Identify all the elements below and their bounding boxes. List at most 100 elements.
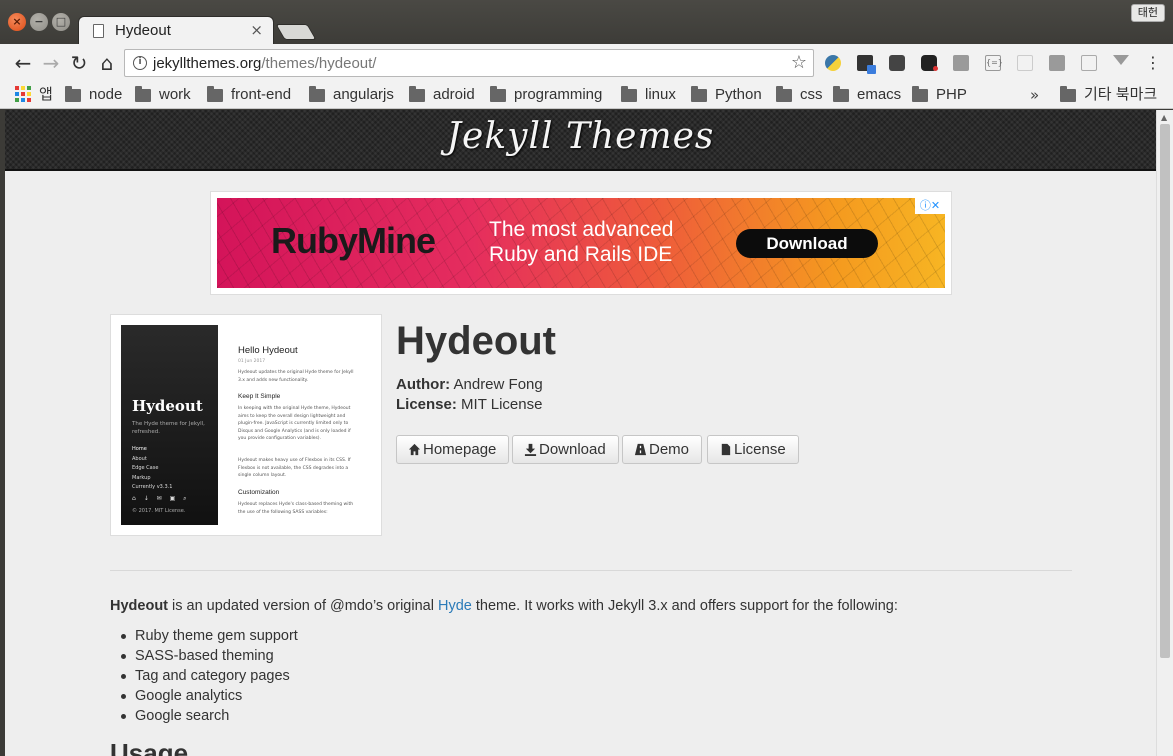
scroll-up-icon[interactable]: ▲: [1161, 113, 1167, 122]
bookmark-folder[interactable]: programming: [490, 85, 602, 105]
bookmark-star-icon[interactable]: ☆: [791, 52, 807, 73]
author-label: Author:: [396, 376, 451, 393]
info-extension-icon[interactable]: [1049, 55, 1065, 71]
folder-icon: [776, 86, 792, 102]
demo-button[interactable]: Demo: [622, 435, 703, 464]
bookmark-label: css: [800, 86, 823, 103]
theme-title: Hydeout: [396, 319, 556, 363]
homepage-label: Homepage: [423, 441, 497, 458]
screenshot-sidebar: Hydeout The Hyde theme for Jekyll, refre…: [121, 325, 218, 525]
bookmark-label: linux: [645, 86, 676, 103]
hyde-link[interactable]: Hyde: [438, 598, 472, 614]
folder-icon: [833, 86, 849, 102]
screenshot-side-title: Hydeout: [132, 397, 203, 415]
download-icon: [524, 443, 537, 456]
screenshot-paragraph: In keeping with the original Hyde theme,…: [238, 406, 351, 441]
bookmark-folder[interactable]: PHP: [912, 85, 967, 105]
ad-creative[interactable]: RubyMine The most advanced Ruby and Rail…: [217, 198, 945, 288]
reload-icon[interactable]: ↻: [68, 52, 90, 74]
browser-tab[interactable]: Hydeout ×: [78, 16, 274, 46]
font-extension-icon[interactable]: [1017, 55, 1033, 71]
screenshot-side-footer: © 2017. MIT License.: [132, 508, 186, 514]
screenshot-main: Hello Hydeout 01 Jun 2017 Hydeout update…: [238, 325, 368, 525]
bookmark-other-folder[interactable]: 기타 북마크: [1060, 85, 1157, 105]
ad-banner[interactable]: RubyMine The most advanced Ruby and Rail…: [210, 191, 952, 295]
theme-description: Hydeout is an updated version of @mdo’s …: [110, 598, 898, 614]
bookmark-folder[interactable]: node: [65, 85, 122, 105]
keep-extension-icon[interactable]: [889, 55, 905, 71]
site-title[interactable]: Jekyll Themes: [5, 116, 1156, 157]
list-item: Tag and category pages: [121, 666, 298, 686]
theme-screenshot[interactable]: Hydeout The Hyde theme for Jekyll, refre…: [110, 314, 382, 536]
window-maximize-icon[interactable]: □: [52, 13, 70, 31]
license-button[interactable]: License: [707, 435, 799, 464]
license-label: License:: [396, 396, 457, 413]
homepage-button[interactable]: Homepage: [396, 435, 510, 464]
screenshot-side-nav: Home About Edge Case Markup Currently v3…: [132, 445, 172, 493]
window-titlebar: × − □ Hydeout × 태헌: [0, 0, 1173, 46]
window-extension-icon[interactable]: [1081, 55, 1097, 71]
screenshot-side-subtitle: The Hyde theme for Jekyll, refreshed.: [132, 421, 205, 435]
demo-label: Demo: [649, 441, 690, 458]
license-value: MIT License: [461, 396, 543, 413]
page-document-icon: [93, 24, 104, 38]
window-minimize-icon[interactable]: −: [30, 13, 48, 31]
text-extension-icon[interactable]: [953, 55, 969, 71]
folder-icon: [135, 86, 151, 102]
download-button[interactable]: Download: [512, 435, 619, 464]
folder-icon: [309, 86, 325, 102]
divider: [110, 570, 1072, 571]
bookmark-folder[interactable]: work: [135, 85, 191, 105]
browser-toolbar: ← → ↻ ⌂ i jekyllthemes.org/themes/hydeou…: [0, 44, 1173, 81]
bookmark-label: work: [159, 86, 191, 103]
menu-icon[interactable]: ⋮: [1142, 52, 1164, 74]
bookmark-folder[interactable]: css: [776, 85, 823, 105]
home-icon[interactable]: ⌂: [96, 52, 118, 74]
address-bar[interactable]: i jekyllthemes.org/themes/hydeout/ ☆: [124, 49, 814, 77]
bookmark-folder[interactable]: angularjs: [309, 85, 394, 105]
tab-title: Hydeout: [115, 22, 171, 39]
bookmarks-overflow-icon[interactable]: »: [1030, 86, 1039, 104]
download-label: Download: [539, 441, 606, 458]
new-tab-button[interactable]: [275, 24, 317, 40]
window-close-icon[interactable]: ×: [8, 13, 26, 31]
evernote-extension-icon[interactable]: [921, 55, 938, 71]
translate-extension-icon[interactable]: [857, 55, 876, 74]
folder-icon: [490, 86, 506, 102]
vertical-scrollbar[interactable]: ▲: [1156, 110, 1173, 756]
address-url: jekyllthemes.org/themes/hydeout/: [153, 55, 376, 72]
tab-close-icon[interactable]: ×: [250, 21, 263, 39]
python-extension-icon[interactable]: [825, 55, 841, 71]
screenshot-nav-item: Home: [132, 446, 147, 452]
back-icon[interactable]: ←: [12, 52, 34, 74]
scrollbar-thumb[interactable]: [1160, 124, 1170, 658]
author-value: Andrew Fong: [453, 376, 543, 393]
bookmark-apps[interactable]: 앱: [15, 85, 53, 105]
bookmark-folder[interactable]: Python: [691, 85, 762, 105]
screenshot-post-title: Hello Hydeout: [238, 345, 298, 356]
folder-icon: [621, 86, 637, 102]
description-text-2: theme. It works with Jekyll 3.x and offe…: [471, 598, 898, 614]
ad-choices-icon[interactable]: ⓘ✕: [915, 198, 945, 214]
vue-extension-icon[interactable]: [1113, 55, 1129, 65]
screenshot-post-intro: Hydeout updates the original Hyde theme …: [238, 370, 354, 383]
ad-brand: RubyMine: [271, 220, 436, 261]
screenshot-social-icons: ⌂ ↓ ✉ ▣ ⌕: [132, 495, 190, 502]
screenshot-nav-item: About: [132, 455, 147, 462]
list-item: Google search: [121, 706, 298, 726]
json-extension-icon[interactable]: {=}: [985, 55, 1003, 71]
site-info-icon[interactable]: i: [133, 56, 147, 70]
ad-download-button[interactable]: Download: [736, 229, 878, 258]
screenshot-nav-item: Edge Case: [132, 465, 159, 471]
forward-icon[interactable]: →: [40, 52, 62, 74]
folder-icon: [691, 86, 707, 102]
list-item: Google analytics: [121, 686, 298, 706]
screenshot-post-date: 01 Jun 2017: [238, 359, 266, 364]
bookmark-folder[interactable]: linux: [621, 85, 676, 105]
bookmark-folder[interactable]: front-end: [207, 85, 291, 105]
bookmark-folder[interactable]: adroid: [409, 85, 475, 105]
screenshot-paragraph: Hydeout replaces Hyde's class-based them…: [238, 502, 354, 515]
page-viewport: Jekyll Themes RubyMine The most advanced…: [5, 110, 1156, 756]
bookmark-folder[interactable]: emacs: [833, 85, 901, 105]
profile-button[interactable]: 태헌: [1130, 4, 1165, 22]
